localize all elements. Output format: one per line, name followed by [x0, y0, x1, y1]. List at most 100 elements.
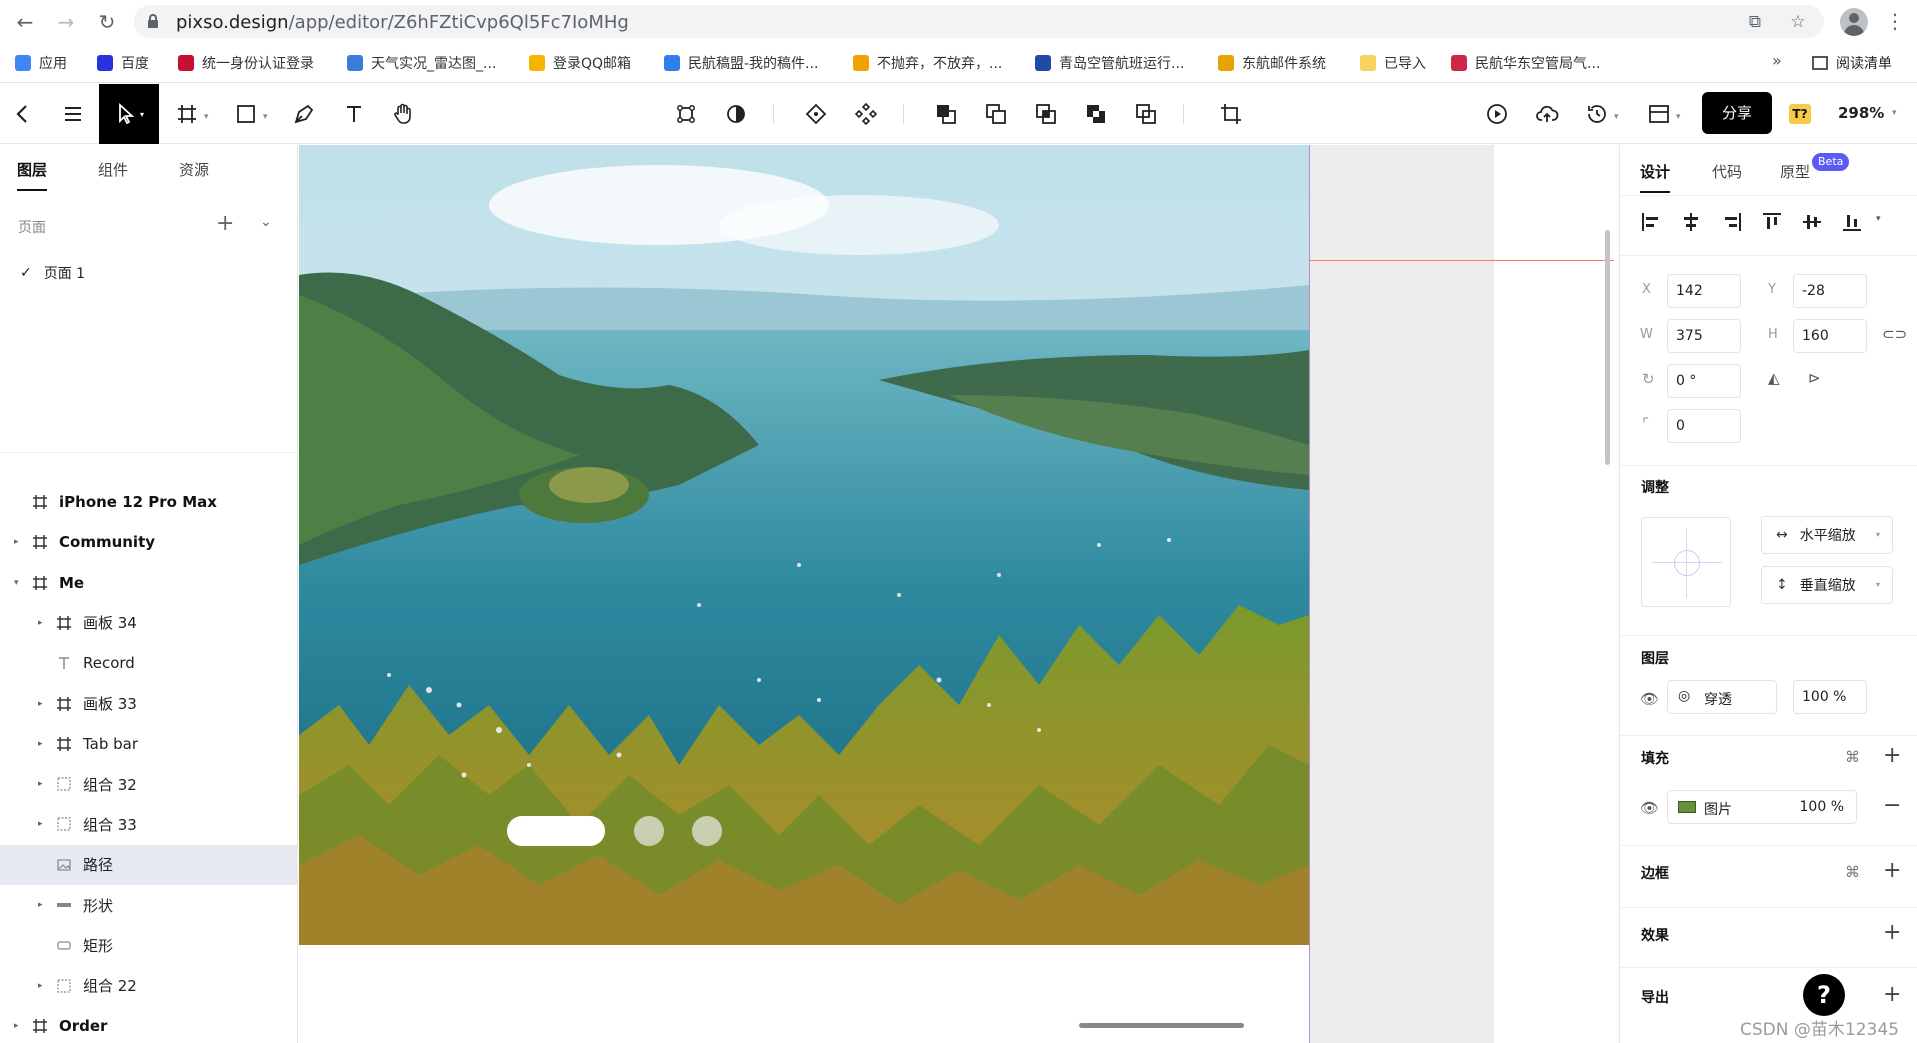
history-icon[interactable]	[1584, 101, 1610, 127]
boolean-union-icon[interactable]	[933, 101, 959, 127]
flip-vertical-icon[interactable]: ⊳	[1808, 369, 1821, 387]
boolean-exclude-icon[interactable]	[1083, 101, 1109, 127]
layer-expand-icon[interactable]: ▸	[38, 618, 43, 628]
bookmark-item[interactable]: 东航邮件系统	[1218, 53, 1326, 73]
radius-input[interactable]: 0	[1667, 409, 1741, 443]
reload-icon[interactable]: ↻	[94, 9, 120, 35]
boolean-subtract-icon[interactable]	[983, 101, 1009, 127]
layer-row[interactable]: 路径	[0, 844, 298, 885]
cloud-upload-icon[interactable]	[1534, 101, 1560, 127]
create-component-icon[interactable]	[803, 101, 829, 127]
tab-layers[interactable]: 图层	[17, 159, 47, 180]
align-left-icon[interactable]	[1640, 211, 1662, 233]
font-warning-badge[interactable]: T?	[1789, 104, 1811, 124]
page-item[interactable]: ✓ 页面 1	[20, 263, 85, 283]
width-input[interactable]: 375	[1667, 319, 1741, 353]
component-set-icon[interactable]	[853, 101, 879, 127]
flatten-icon[interactable]	[1133, 101, 1159, 127]
canvas-scrollbar[interactable]	[1605, 230, 1610, 465]
flip-horizontal-icon[interactable]: ◭	[1768, 369, 1780, 387]
layer-expand-icon[interactable]: ▸	[38, 779, 43, 789]
forward-arrow-icon[interactable]: →	[53, 9, 79, 35]
rotation-input[interactable]: 0 °	[1667, 364, 1741, 398]
bookmarks-more-icon[interactable]: »	[1772, 51, 1782, 70]
back-arrow-icon[interactable]: ←	[12, 9, 38, 35]
lake-photo-image[interactable]	[299, 145, 1309, 945]
eye-icon[interactable]: 👁	[1640, 690, 1659, 708]
x-input[interactable]: 142	[1667, 274, 1741, 308]
artboard-me[interactable]	[299, 145, 1309, 1043]
play-icon[interactable]	[1484, 101, 1510, 127]
eye-icon[interactable]: 👁	[1640, 799, 1659, 817]
add-export-icon[interactable]: +	[1883, 984, 1901, 1006]
bookmark-item[interactable]: 百度	[97, 53, 149, 73]
add-fill-icon[interactable]: +	[1883, 745, 1901, 767]
fill-row[interactable]: 图片 100 %	[1667, 790, 1857, 824]
remove-fill-icon[interactable]: −	[1883, 795, 1901, 817]
main-menu-icon[interactable]	[60, 101, 86, 127]
height-input[interactable]: 160	[1793, 319, 1867, 353]
translate-icon[interactable]: ⧉	[1744, 11, 1766, 33]
crop-icon[interactable]	[1218, 101, 1244, 127]
align-bottom-icon[interactable]	[1841, 211, 1863, 233]
fill-opacity-value[interactable]: 100 %	[1800, 799, 1844, 815]
align-middle-v-icon[interactable]	[1801, 211, 1823, 233]
tab-prototype[interactable]: 原型	[1780, 161, 1810, 182]
blend-mode-select[interactable]: ◎ 穿透	[1667, 680, 1777, 714]
vertical-constraint-select[interactable]: ↕ 垂直缩放 ▾	[1761, 566, 1893, 604]
frame-tool-caret-icon[interactable]: ▾	[204, 112, 209, 122]
layer-row[interactable]: iPhone 12 Pro Max	[0, 482, 298, 522]
layer-expand-icon[interactable]: ▸	[38, 739, 43, 749]
layout-caret-icon[interactable]: ▾	[1676, 112, 1681, 122]
hand-tool-icon[interactable]	[390, 101, 416, 127]
layer-expand-icon[interactable]: ▸	[38, 981, 43, 991]
frame-tool-icon[interactable]	[174, 101, 200, 127]
pages-collapse-icon[interactable]: ⌄	[260, 214, 272, 230]
layer-row[interactable]: ▸ 组合 33	[0, 804, 298, 844]
tab-code[interactable]: 代码	[1712, 161, 1742, 182]
add-page-icon[interactable]: +	[216, 211, 234, 236]
component-tool-icon[interactable]	[673, 101, 699, 127]
address-bar[interactable]: pixso.design/app/editor/Z6hFZtiCvp6Ql5Fc…	[134, 5, 1824, 38]
layer-row[interactable]: Record	[0, 643, 298, 683]
align-top-icon[interactable]	[1761, 211, 1783, 233]
layout-panel-icon[interactable]	[1646, 101, 1672, 127]
carousel-dot[interactable]	[692, 816, 722, 846]
back-chevron-icon[interactable]	[10, 101, 36, 127]
browser-menu-icon[interactable]: ⋮	[1885, 9, 1905, 33]
tab-design[interactable]: 设计	[1640, 161, 1670, 182]
tab-assets[interactable]: 资源	[179, 159, 209, 180]
zoom-caret-icon[interactable]: ▾	[1892, 108, 1897, 118]
rectangle-tool-icon[interactable]	[233, 101, 259, 127]
bookmark-item[interactable]: 不抛弃，不放弃，...	[853, 53, 1002, 73]
constraint-widget[interactable]	[1641, 517, 1731, 607]
bookmark-item[interactable]: 已导入	[1360, 53, 1426, 73]
bookmark-item[interactable]: 应用	[15, 53, 67, 73]
bookmark-item[interactable]: 青岛空管航班运行...	[1035, 53, 1184, 73]
carousel-active-indicator[interactable]	[507, 816, 605, 846]
layer-row[interactable]: ▸ Tab bar	[0, 724, 298, 764]
align-right-icon[interactable]	[1721, 211, 1743, 233]
layer-row[interactable]: ▸ 画板 34	[0, 603, 298, 643]
shape-tool-caret-icon[interactable]: ▾	[263, 112, 268, 122]
layer-expand-icon[interactable]: ▸	[14, 1021, 19, 1031]
canvas[interactable]	[299, 145, 1619, 1043]
layer-row[interactable]: ▸ Community	[0, 522, 298, 562]
bookmark-item[interactable]: 民航稿盟-我的稿件...	[664, 53, 818, 73]
star-icon[interactable]: ☆	[1787, 11, 1809, 33]
move-tool-button[interactable]: ▾	[99, 84, 159, 144]
tab-components[interactable]: 组件	[98, 159, 128, 180]
layer-opacity-input[interactable]: 100 %	[1793, 680, 1867, 714]
link-icon[interactable]: ⊂⊃	[1882, 325, 1907, 343]
layer-row[interactable]: ▸ 形状	[0, 885, 298, 925]
layer-row[interactable]: ▸ 画板 33	[0, 684, 298, 724]
layer-expand-icon[interactable]: ▸	[38, 699, 43, 709]
style-grid-icon[interactable]: ⌘	[1845, 863, 1860, 881]
layer-expand-icon[interactable]: ▸	[38, 900, 43, 910]
share-button[interactable]: 分享	[1702, 92, 1772, 134]
add-stroke-icon[interactable]: +	[1883, 860, 1901, 882]
reading-list-button[interactable]: 阅读清单	[1812, 53, 1892, 73]
layer-row[interactable]: ▸ Order	[0, 1006, 298, 1043]
layer-row[interactable]: ▸ 组合 32	[0, 764, 298, 804]
add-effect-icon[interactable]: +	[1883, 922, 1901, 944]
